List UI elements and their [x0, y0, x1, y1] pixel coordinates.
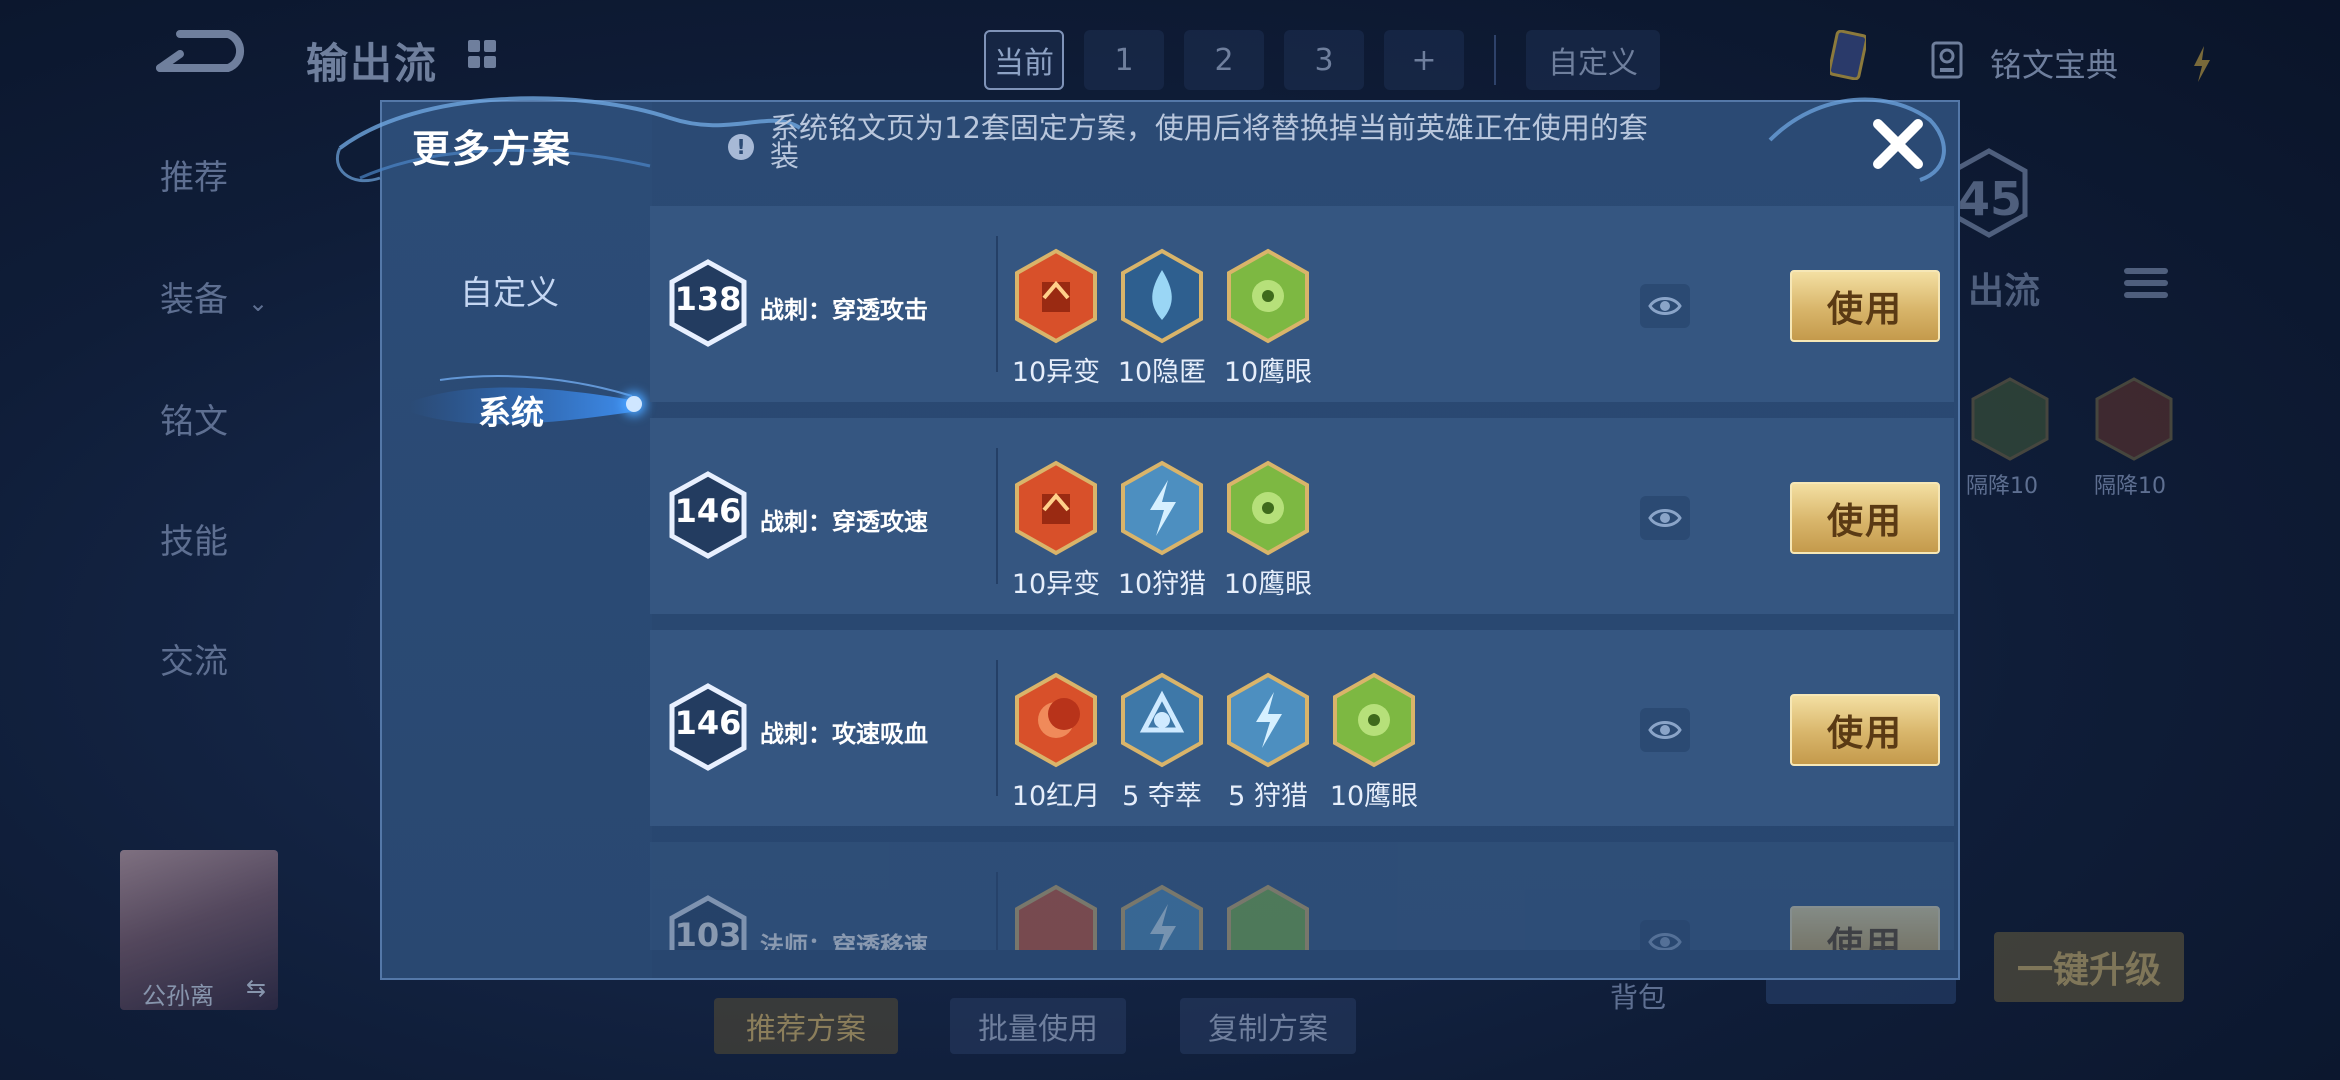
red-rune-icon — [1014, 884, 1098, 950]
close-button[interactable] — [1866, 112, 1930, 176]
nav-item-runes[interactable]: 铭文 — [160, 394, 228, 443]
plan-name: 战刺：攻速吸血 — [760, 720, 928, 748]
nav-item-label: 装备 — [160, 280, 228, 320]
plan-name: 战刺：穿透攻击 — [760, 296, 928, 324]
stealth-rune-icon — [1120, 248, 1204, 344]
rune-label: 5 夺萃 — [1122, 781, 1202, 812]
flow-label: 出流 — [1968, 271, 2041, 312]
green-rune-icon — [1226, 884, 1310, 950]
plan-row: 146 战刺：攻速吸血 10红月 5 夺萃 5 狩猎 10鹰眼 使用 — [650, 630, 1954, 826]
plan-level: 138 — [674, 280, 742, 318]
swap-hero-icon[interactable]: ⇆ — [246, 974, 266, 1002]
plan-level: 146 — [674, 704, 742, 742]
dialog-title: 更多方案 — [412, 127, 573, 171]
hawkeye-rune-icon — [1332, 672, 1416, 768]
rune-book-label[interactable]: 铭文宝典 — [1990, 40, 2118, 86]
plan-list[interactable]: 138 战刺：穿透攻击 10异变 10隐匿 10鹰眼 使用 146 战刺：穿透攻… — [650, 206, 1956, 950]
nav-item-community[interactable]: 交流 — [160, 634, 228, 683]
seize-rune-icon — [1120, 672, 1204, 768]
hawkeye-rune-icon — [1226, 248, 1310, 344]
plan-name: 法师：穿透移速 — [760, 932, 928, 950]
use-plan-button[interactable]: 使用 — [1790, 482, 1940, 554]
rune-label: 10鹰眼 — [1223, 357, 1313, 388]
card-icon[interactable] — [1830, 30, 1866, 80]
plan-row: 103 法师：穿透移速 使用 — [650, 842, 1954, 950]
menu-icon[interactable] — [2124, 268, 2168, 304]
eye-icon — [1648, 509, 1682, 527]
nav-item-equipment[interactable]: 装备 ⌄ — [160, 272, 268, 321]
preview-button[interactable] — [1640, 284, 1690, 328]
dialog-sidebar — [382, 102, 652, 978]
batch-use-button[interactable]: 批量使用 — [950, 998, 1126, 1054]
mutation-rune-icon — [1014, 460, 1098, 556]
back-arrow-icon — [156, 30, 245, 72]
use-plan-button[interactable]: 使用 — [1790, 270, 1940, 342]
hunt-rune-icon — [1120, 884, 1204, 950]
eye-icon — [1648, 933, 1682, 950]
bg-rune-label: 隔降10 — [2094, 474, 2166, 499]
rune-label: 5 狩猎 — [1228, 781, 1308, 812]
rune-label: 10异变 — [1011, 357, 1101, 388]
tab-system-plans[interactable]: 系统 — [478, 386, 544, 434]
use-plan-button[interactable]: 使用 — [1790, 694, 1940, 766]
recommend-plan-button[interactable]: 推荐方案 — [714, 998, 898, 1054]
use-plan-button[interactable]: 使用 — [1790, 906, 1940, 950]
lightning-icon — [2194, 46, 2210, 82]
nav-item-recommend[interactable]: 推荐 — [160, 150, 228, 199]
eye-icon — [1648, 721, 1682, 739]
tab-page-1[interactable]: 1 — [1084, 30, 1164, 90]
back-button[interactable] — [150, 28, 246, 80]
rune-page-tabs: 当前 1 2 3 + 自定义 — [984, 30, 1660, 90]
hawkeye-rune-icon — [1226, 460, 1310, 556]
bg-rune-icon — [1971, 377, 2049, 461]
bg-rune-icon — [2095, 377, 2173, 461]
one-click-upgrade-button[interactable]: 一键升级 — [1994, 932, 2184, 1002]
nav-item-skills[interactable]: 技能 — [160, 514, 228, 563]
info-icon: ! — [728, 134, 754, 160]
rune-book-icon[interactable] — [1930, 40, 1964, 80]
eye-icon — [1648, 297, 1682, 315]
hero-name: 公孙离 — [142, 982, 214, 1010]
notice-text: 系统铭文页为12套固定方案，使用后将替换掉当前英雄正在使用的套装 — [770, 111, 1648, 173]
copy-plan-button[interactable]: 复制方案 — [1180, 998, 1356, 1054]
rune-label: 10鹰眼 — [1223, 569, 1313, 600]
rune-label: 10异变 — [1011, 569, 1101, 600]
red-moon-rune-icon — [1014, 672, 1098, 768]
bg-rune-label: 隔降10 — [1966, 474, 2038, 499]
tab-divider — [1494, 35, 1496, 85]
rune-label: 10红月 — [1011, 781, 1101, 812]
tab-page-2[interactable]: 2 — [1184, 30, 1264, 90]
tab-custom-plans[interactable]: 自定义 — [460, 266, 559, 314]
bag-label[interactable]: 背包 — [1610, 976, 1666, 1016]
plan-level: 103 — [674, 916, 742, 950]
preview-button[interactable] — [1640, 920, 1690, 950]
tab-custom[interactable]: 自定义 — [1526, 30, 1660, 90]
plan-row: 138 战刺：穿透攻击 10异变 10隐匿 10鹰眼 使用 — [650, 206, 1954, 402]
hunt-rune-icon — [1226, 672, 1310, 768]
grid-icon[interactable] — [468, 40, 496, 68]
rune-level-number: 45 — [1958, 172, 2023, 226]
preview-button[interactable] — [1640, 496, 1690, 540]
rune-label: 10鹰眼 — [1329, 781, 1419, 812]
active-tab-indicator — [626, 396, 642, 412]
plan-name: 战刺：穿透攻速 — [760, 508, 928, 536]
rune-label: 10隐匿 — [1117, 357, 1207, 388]
preview-button[interactable] — [1640, 708, 1690, 752]
plan-row: 146 战刺：穿透攻速 10异变 10狩猎 10鹰眼 使用 — [650, 418, 1954, 614]
plan-level: 146 — [674, 492, 742, 530]
mutation-rune-icon — [1014, 248, 1098, 344]
corner-swirl-decoration — [1768, 97, 1946, 182]
row-divider — [996, 872, 998, 950]
close-icon — [1873, 119, 1923, 169]
tab-add-page[interactable]: + — [1384, 30, 1464, 90]
hunt-rune-icon — [1120, 460, 1204, 556]
tab-current[interactable]: 当前 — [984, 30, 1064, 90]
rune-label: 10狩猎 — [1117, 569, 1207, 600]
chevron-down-icon: ⌄ — [248, 289, 269, 317]
tab-page-3[interactable]: 3 — [1284, 30, 1364, 90]
